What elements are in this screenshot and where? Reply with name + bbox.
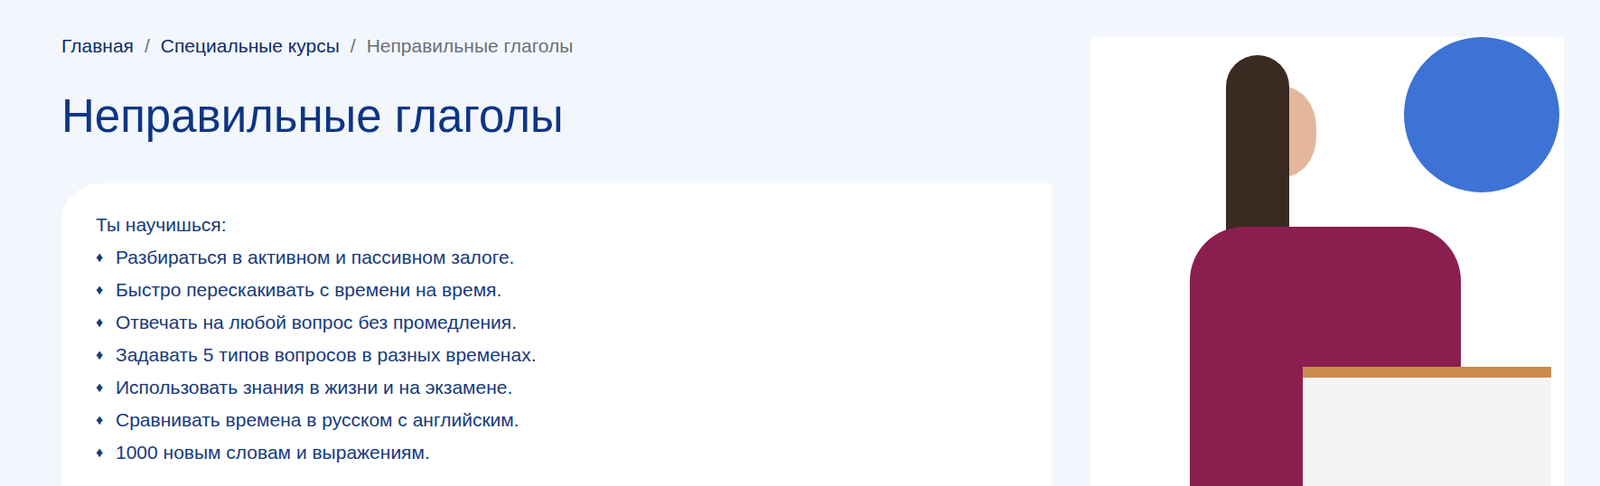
skill-item: ♦Сравнивать времена в русском с английск… — [95, 403, 1020, 437]
board-shape — [1302, 366, 1552, 486]
breadcrumb-item[interactable]: Специальные курсы — [160, 33, 340, 59]
bullet-icon: ♦ — [95, 436, 109, 469]
skill-text: Быстро перескакивать с времени на время. — [115, 273, 502, 307]
course-photo — [1090, 37, 1564, 486]
page-title: Неправильные глаголы — [61, 88, 1052, 145]
bullet-icon: ♦ — [95, 338, 109, 372]
bullet-icon: ♦ — [95, 241, 109, 274]
breadcrumb-item[interactable]: Главная — [61, 33, 134, 59]
course-card: Ты научишься:♦Разбираться в активном и п… — [61, 183, 1052, 486]
skill-text: Разбираться в активном и пассивном залог… — [115, 241, 515, 274]
skill-item: ♦Разбираться в активном и пассивном зало… — [95, 241, 1020, 274]
skill-text: Использовать знания в жизни и на экзамен… — [115, 371, 513, 404]
main-column: Главная / Специальные курсы / Неправильные г… — [61, 0, 1052, 486]
skill-item: ♦Задавать 5 типов вопросов в разных врем… — [95, 338, 1020, 372]
bullet-icon: ♦ — [95, 403, 109, 437]
course-page: Главная / Специальные курсы / Неправильные г… — [0, 0, 1600, 486]
skill-item: ♦1000 новым словам и выражениям. — [95, 436, 1020, 469]
card-intro: Ты научишься: — [95, 208, 1020, 242]
bullet-icon: ♦ — [95, 306, 109, 339]
badge-shape — [1403, 37, 1560, 193]
breadcrumb-separator: / — [144, 33, 150, 59]
bullet-icon: ♦ — [95, 273, 109, 307]
skill-text: 1000 новым словам и выражениям. — [115, 436, 431, 469]
skill-item: ♦Быстро перескакивать с времени на время… — [95, 273, 1020, 307]
skill-text: Отвечать на любой вопрос без промедления… — [115, 306, 517, 339]
breadcrumb-item: Неправильные глаголы — [366, 33, 574, 59]
skill-text: Задавать 5 типов вопросов в разных време… — [115, 338, 536, 372]
skill-text: Сравнивать времена в русском с английски… — [115, 403, 520, 437]
breadcrumbs: Главная / Специальные курсы / Неправильные г… — [61, 33, 1052, 59]
skill-item: ♦Отвечать на любой вопрос без промедлени… — [95, 306, 1020, 339]
breadcrumb-separator: / — [350, 33, 356, 59]
skill-item: ♦Использовать знания в жизни и на экзаме… — [95, 371, 1020, 404]
bullet-icon: ♦ — [95, 371, 109, 404]
